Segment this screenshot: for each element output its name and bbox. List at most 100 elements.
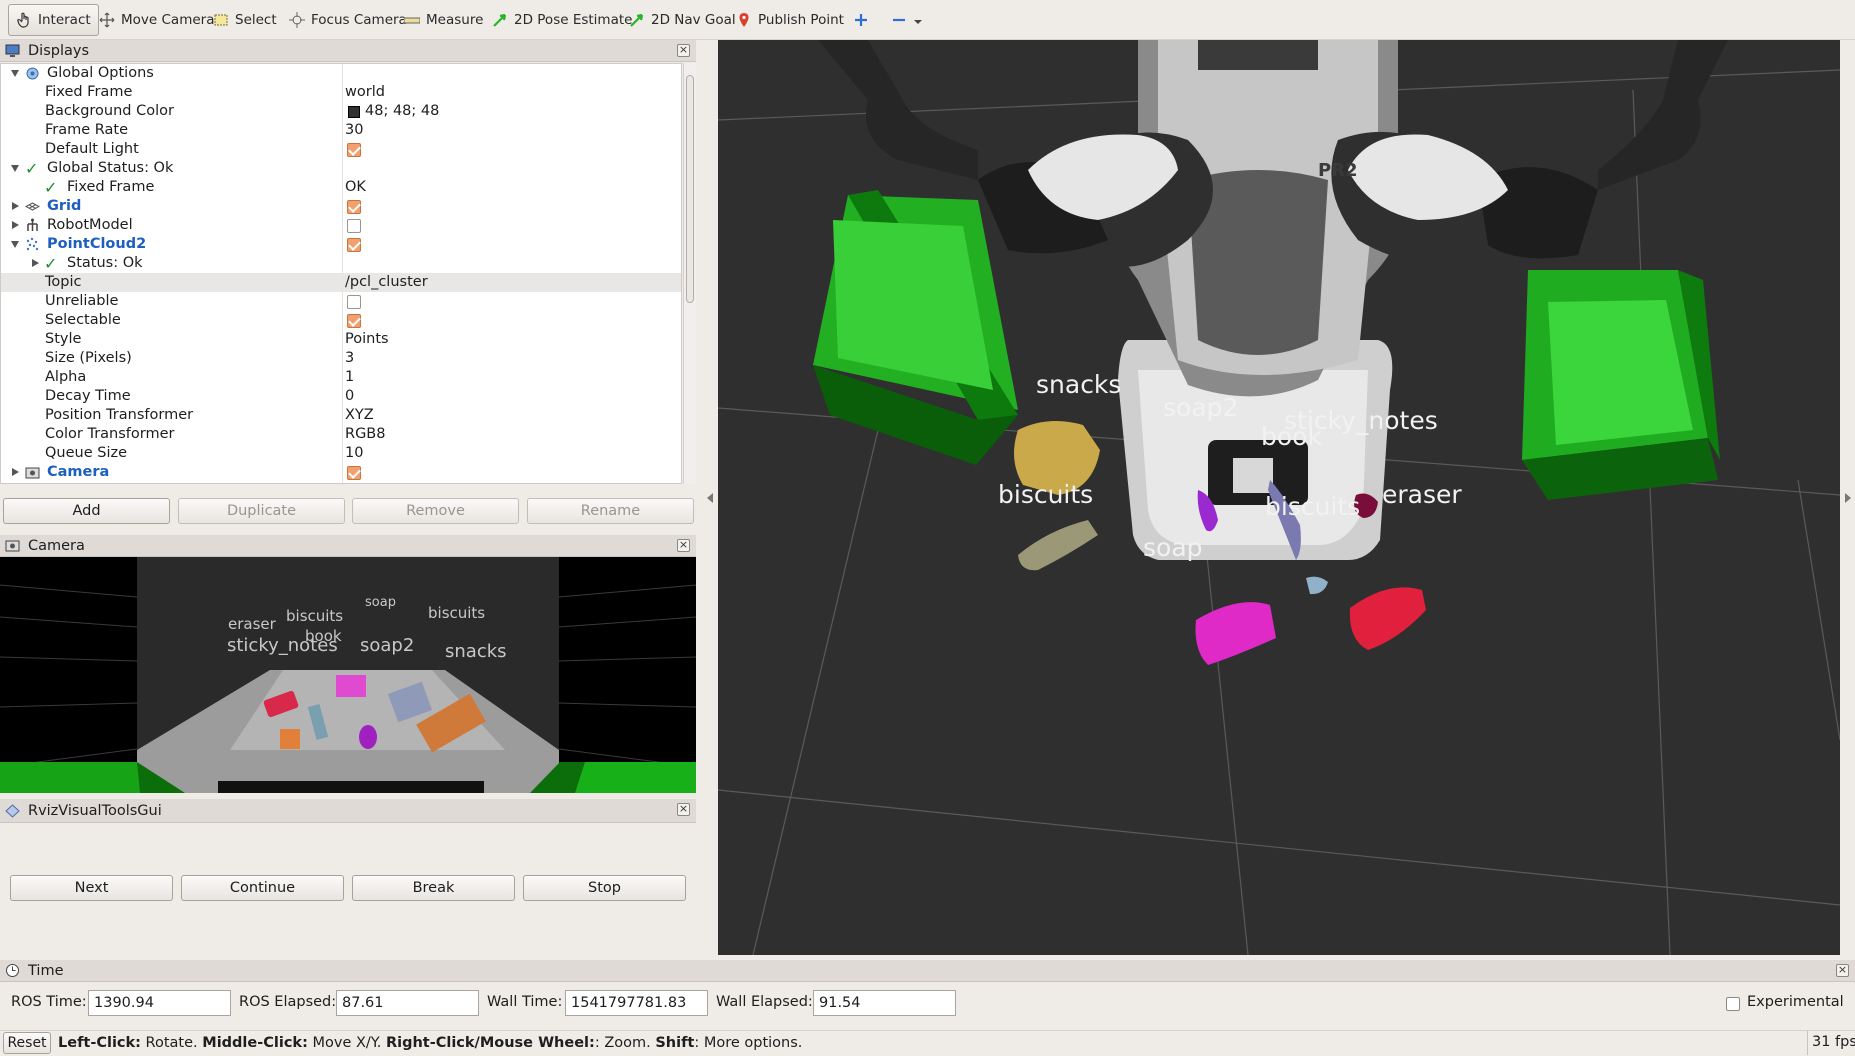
scrollbar-thumb[interactable]: [686, 75, 694, 303]
plus-icon: [853, 12, 869, 28]
pointcloud2-checkbox[interactable]: [347, 238, 361, 252]
experimental-checkbox[interactable]: [1726, 997, 1740, 1011]
measure-tool-button[interactable]: Measure: [397, 4, 490, 36]
unreliable-checkbox[interactable]: [347, 295, 361, 309]
tree-row-position-transformer[interactable]: Position Transformer XYZ: [1, 406, 681, 425]
publish-point-tool-button[interactable]: Publish Point: [729, 4, 851, 36]
camera-icon: [25, 465, 40, 480]
selectable-checkbox[interactable]: [347, 314, 361, 328]
stop-button[interactable]: Stop: [523, 875, 686, 901]
camera-panel-header: Camera ×: [0, 535, 696, 557]
close-icon[interactable]: ×: [677, 44, 690, 57]
row-value[interactable]: RGB8: [345, 425, 385, 444]
camera-label-eraser: eraser: [228, 615, 276, 633]
expand-arrow-icon[interactable]: [12, 202, 19, 210]
tree-row-queue-size[interactable]: Queue Size 10: [1, 444, 681, 463]
expand-arrow-icon[interactable]: [12, 468, 19, 476]
fps-indicator: 31 fps: [1807, 1031, 1855, 1055]
move-camera-tool-button[interactable]: Move Camera: [92, 4, 221, 36]
close-icon[interactable]: ×: [677, 803, 690, 816]
chevron-down-icon: [913, 12, 923, 28]
expand-arrow-icon[interactable]: [11, 241, 19, 248]
tree-row-decay-time[interactable]: Decay Time 0: [1, 387, 681, 406]
close-icon[interactable]: ×: [677, 539, 690, 552]
wall-elapsed-field[interactable]: 91.54: [813, 990, 956, 1016]
tree-row-background-color[interactable]: Background Color 48; 48; 48: [1, 102, 681, 121]
next-button[interactable]: Next: [10, 875, 173, 901]
pose-estimate-tool-button[interactable]: 2D Pose Estimate: [485, 4, 639, 36]
render-3d-viewport[interactable]: PR2 snacks soap2 sticky_notes book biscu…: [718, 40, 1840, 955]
row-value[interactable]: 1: [345, 368, 354, 387]
remove-display-button[interactable]: Remove: [352, 498, 519, 524]
tree-row-frame-rate[interactable]: Frame Rate 30: [1, 121, 681, 140]
camera-checkbox[interactable]: [347, 466, 361, 480]
continue-button[interactable]: Continue: [181, 875, 344, 901]
tree-row-unreliable[interactable]: Unreliable: [1, 292, 681, 311]
duplicate-display-button[interactable]: Duplicate: [178, 498, 345, 524]
color-swatch[interactable]: [348, 106, 360, 118]
tree-row-style[interactable]: Style Points: [1, 330, 681, 349]
tree-row-global-status[interactable]: ✓ Global Status: Ok: [1, 159, 681, 178]
displays-title: Displays: [28, 42, 90, 59]
row-name: Queue Size: [45, 445, 128, 461]
tree-row-alpha[interactable]: Alpha 1: [1, 368, 681, 387]
row-value[interactable]: 3: [345, 349, 354, 368]
tree-row-default-light[interactable]: Default Light: [1, 140, 681, 159]
expand-arrow-icon[interactable]: [32, 259, 39, 267]
row-value[interactable]: XYZ: [345, 406, 374, 425]
pose-estimate-label: 2D Pose Estimate: [514, 12, 633, 28]
expand-arrow-icon[interactable]: [11, 165, 19, 172]
ros-elapsed-field[interactable]: 87.61: [336, 990, 479, 1016]
tree-row-pointcloud2[interactable]: PointCloud2: [1, 235, 681, 254]
collapse-left-arrow-icon[interactable]: [707, 493, 713, 503]
row-value[interactable]: 10: [345, 444, 363, 463]
collapse-right-arrow-icon[interactable]: [1845, 493, 1851, 503]
tree-row-topic[interactable]: Topic /pcl_cluster: [1, 273, 681, 292]
ros-time-field[interactable]: 1390.94: [88, 990, 231, 1016]
checkmark-icon: ✓: [25, 159, 39, 178]
row-value[interactable]: 30: [345, 121, 363, 140]
grid-checkbox[interactable]: [347, 200, 361, 214]
main-toolbar: Interact Move Camera Select Focus Camera…: [0, 0, 1855, 40]
robot-model-checkbox[interactable]: [347, 219, 361, 233]
break-button[interactable]: Break: [352, 875, 515, 901]
interact-label: Interact: [38, 12, 91, 28]
select-tool-button[interactable]: Select: [206, 4, 284, 36]
tree-row-size-pixels[interactable]: Size (Pixels) 3: [1, 349, 681, 368]
interact-tool-button[interactable]: Interact: [8, 4, 99, 36]
row-value[interactable]: 0: [345, 387, 354, 406]
displays-tree: Global Options Fixed Frame world Backgro…: [0, 63, 682, 484]
camera-label-soap: soap: [365, 595, 396, 610]
default-light-checkbox[interactable]: [347, 143, 361, 157]
tree-row-fixed-frame[interactable]: Fixed Frame world: [1, 83, 681, 102]
add-display-button[interactable]: Add: [3, 498, 170, 524]
row-value[interactable]: Points: [345, 330, 389, 349]
row-name: Camera: [47, 464, 110, 480]
add-tool-button[interactable]: [846, 4, 876, 36]
tree-row-grid[interactable]: Grid: [1, 197, 681, 216]
nav-goal-tool-button[interactable]: 2D Nav Goal: [622, 4, 743, 36]
row-value[interactable]: /pcl_cluster: [345, 273, 428, 292]
expand-arrow-icon[interactable]: [12, 221, 19, 229]
label-biscuits-2: biscuits: [1265, 492, 1361, 521]
tree-row-camera[interactable]: Camera: [1, 463, 681, 482]
reset-button[interactable]: Reset: [3, 1032, 51, 1054]
tree-row-status-fixed-frame[interactable]: ✓ Fixed Frame OK: [1, 178, 681, 197]
displays-scrollbar[interactable]: [683, 63, 696, 484]
rename-display-button[interactable]: Rename: [527, 498, 694, 524]
tree-row-robot-model[interactable]: RobotModel: [1, 216, 681, 235]
tree-row-selectable[interactable]: Selectable: [1, 311, 681, 330]
remove-tool-menu[interactable]: [884, 4, 930, 36]
camera-image-view[interactable]: eraser biscuits soap biscuits book stick…: [0, 557, 696, 793]
close-icon[interactable]: ×: [1836, 964, 1849, 977]
tree-row-pointcloud-status[interactable]: ✓ Status: Ok: [1, 254, 681, 273]
wall-time-field[interactable]: 1541797781.83: [565, 990, 708, 1016]
tree-row-color-transformer[interactable]: Color Transformer RGB8: [1, 425, 681, 444]
row-name: Selectable: [45, 312, 121, 328]
row-name: Grid: [47, 198, 82, 214]
row-value[interactable]: 48; 48; 48: [365, 102, 439, 121]
expand-arrow-icon[interactable]: [11, 70, 19, 77]
tree-row-global-options[interactable]: Global Options: [1, 64, 681, 83]
focus-camera-tool-button[interactable]: Focus Camera: [282, 4, 414, 36]
row-value[interactable]: world: [345, 83, 385, 102]
